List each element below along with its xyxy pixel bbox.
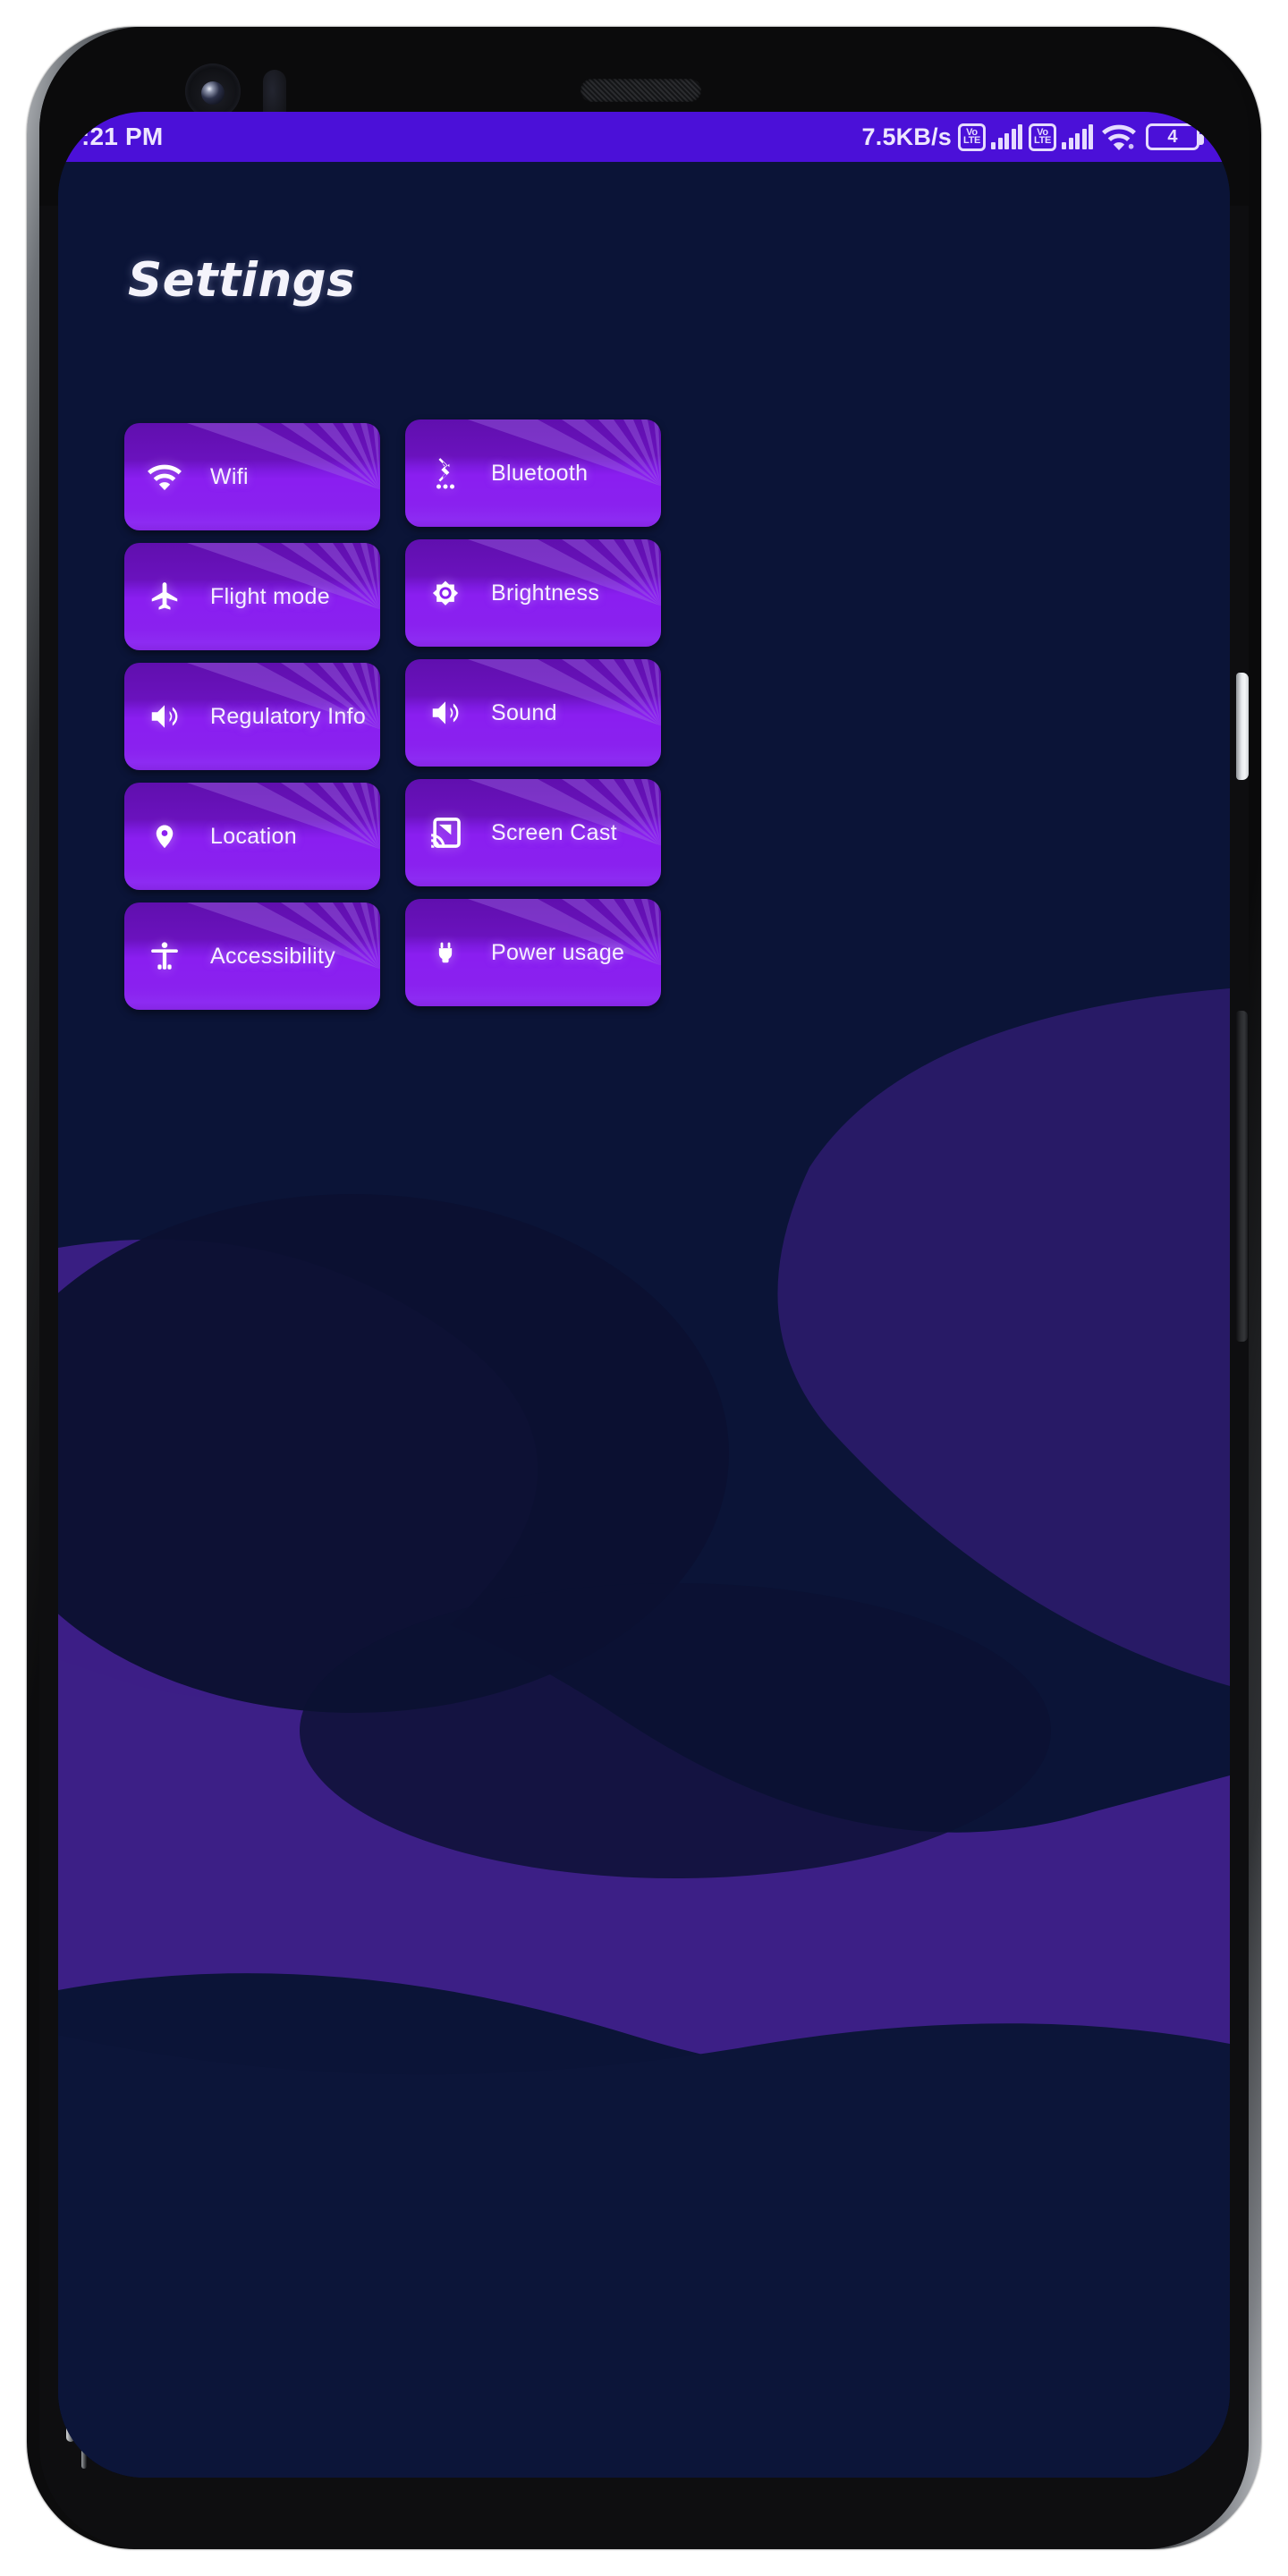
settings-tile-sound[interactable]: Sound [405,659,661,767]
status-bar: :21 PM 7.5KB/s Vo LTE Vo LTE 4 [58,112,1230,162]
status-bar-indicators: 7.5KB/s Vo LTE Vo LTE 4 [861,123,1204,151]
signal-strength-icon-sim2 [1062,124,1093,149]
power-plug-icon [428,936,462,970]
tile-label: Power usage [491,939,625,965]
settings-tile-flight-mode[interactable]: Flight mode [124,543,380,650]
signal-strength-icon-sim1 [991,124,1022,149]
volte-icon-sim2: Vo LTE [1029,123,1056,151]
settings-tile-grid: Wifi Bluetooth Flight mode Brightness Re… [124,419,1169,1010]
battery-icon: 4 [1146,123,1204,150]
settings-tile-accessibility[interactable]: Accessibility [124,902,380,1010]
settings-tile-brightness[interactable]: Brightness [405,539,661,647]
settings-tile-screen-cast[interactable]: Screen Cast [405,779,661,886]
settings-tile-bluetooth[interactable]: Bluetooth [405,419,661,527]
page-title: Settings [128,253,356,308]
volume-up-icon [428,696,462,730]
tile-label: Wifi [210,463,249,489]
battery-level-text: 4 [1167,126,1178,147]
map-pin-icon [148,819,182,853]
settings-tile-location[interactable]: Location [124,783,380,890]
front-camera-icon [185,64,241,119]
volte-icon-sim1: Vo LTE [958,123,986,151]
tile-label: Flight mode [210,583,330,609]
settings-tile-regulatory-info[interactable]: Regulatory Info [124,663,380,770]
volte-label-bottom: LTE [1033,135,1052,146]
volte-label-bottom: LTE [962,135,981,146]
status-clock: :21 PM [81,123,164,150]
accessibility-person-icon [148,939,182,973]
tile-label: Brightness [491,580,600,606]
screen-cast-icon [428,816,462,850]
phone-screen: :21 PM 7.5KB/s Vo LTE Vo LTE 4 Settings … [58,112,1230,2478]
phone-body: :21 PM 7.5KB/s Vo LTE Vo LTE 4 Settings … [39,27,1249,2549]
volume-up-icon [148,699,182,733]
brightness-sun-icon [428,576,462,610]
settings-tile-power-usage[interactable]: Power usage [405,899,661,1006]
tile-label: Accessibility [210,943,336,969]
wifi-icon [1102,124,1136,150]
settings-tile-wifi[interactable]: Wifi [124,423,380,530]
bluetooth-searching-icon [428,456,462,490]
power-button[interactable] [1236,673,1249,780]
wifi-icon [148,460,182,494]
tile-label: Regulatory Info [210,703,367,729]
tile-label: Location [210,823,297,849]
tile-label: Sound [491,699,557,725]
tile-label: Screen Cast [491,819,617,845]
earpiece-speaker-grille [580,79,701,102]
network-speed-text: 7.5KB/s [861,123,952,150]
volume-rocker[interactable] [1236,1011,1248,1342]
airplane-icon [148,580,182,614]
tile-label: Bluetooth [491,460,589,486]
